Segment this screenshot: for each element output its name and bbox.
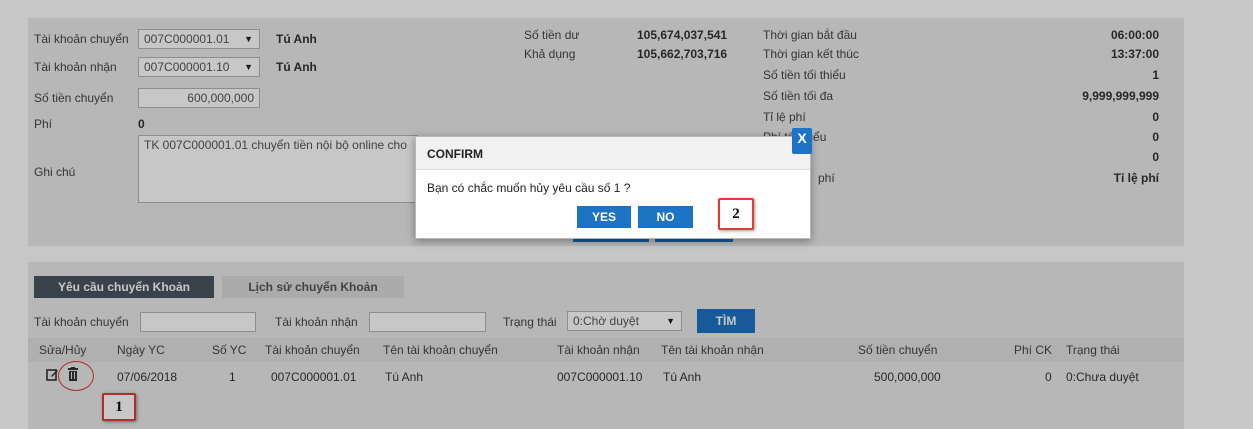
close-dialog-button[interactable]: X [792, 128, 812, 154]
dialog-title: CONFIRM [427, 147, 483, 161]
dialog-header: CONFIRM [416, 137, 810, 170]
no-button[interactable]: NO [638, 206, 693, 228]
close-icon: X [797, 130, 807, 146]
dialog-message: Bạn có chắc muốn hủy yêu cầu số 1 ? [427, 181, 631, 195]
callout-step-2: 2 [718, 198, 754, 230]
yes-button[interactable]: YES [577, 206, 631, 228]
